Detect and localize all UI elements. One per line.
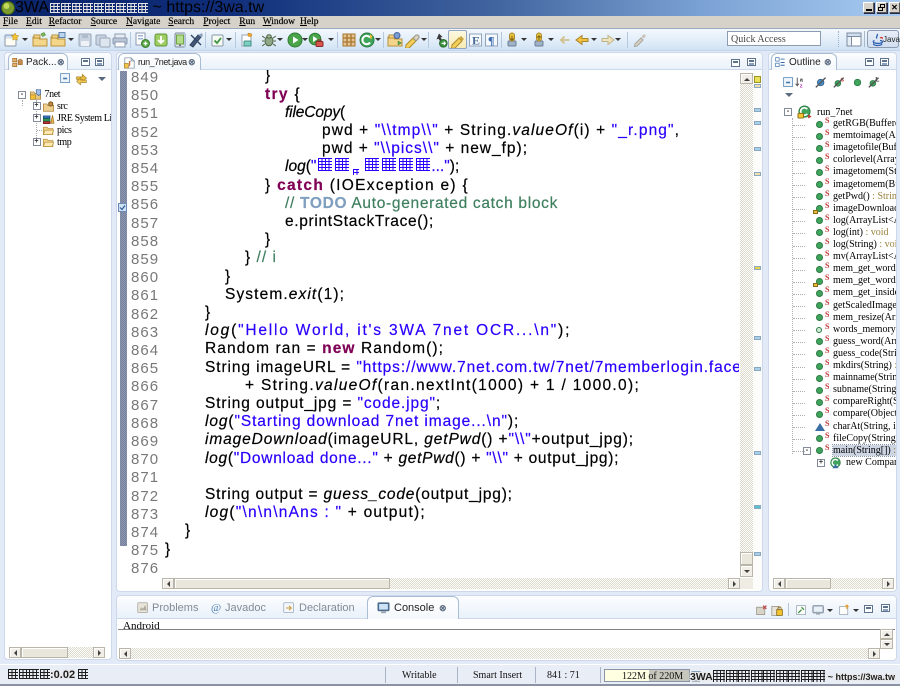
- svg-text:¶: ¶: [488, 34, 494, 48]
- svg-text:z: z: [800, 83, 803, 89]
- svg-text:E: E: [472, 34, 480, 48]
